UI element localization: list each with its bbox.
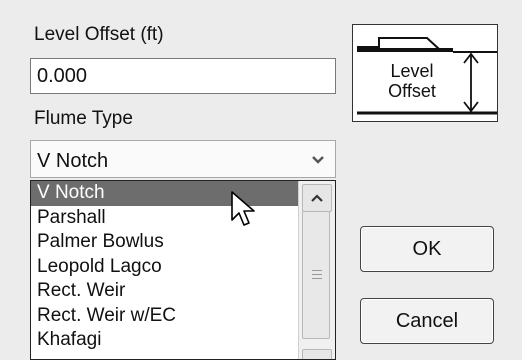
flume-type-label: Flume Type <box>34 108 133 129</box>
flume-type-selected-value: V Notch <box>37 150 109 172</box>
dropdown-option-palmer-bowlus[interactable]: Palmer Bowlus <box>31 230 299 255</box>
flume-type-dropdown-list[interactable]: V Notch Parshall Palmer Bowlus Leopold L… <box>30 180 336 360</box>
scroll-up-button[interactable] <box>302 184 332 212</box>
scrollbar-thumb[interactable] <box>302 211 330 339</box>
diagram-label-offset: Offset <box>388 81 436 101</box>
flume-type-combobox[interactable]: V Notch <box>30 140 336 178</box>
scroll-down-button[interactable] <box>302 349 332 359</box>
dropdown-option-rect-weir[interactable]: Rect. Weir <box>31 279 299 304</box>
dropdown-option-rect-weir-wec[interactable]: Rect. Weir w/EC <box>31 304 299 329</box>
chevron-down-icon[interactable] <box>303 143 333 176</box>
chevron-up-icon <box>311 194 323 202</box>
cancel-button[interactable]: Cancel <box>360 298 494 344</box>
level-offset-input[interactable]: 0.000 <box>30 58 336 94</box>
diagram-label-level: Level <box>390 61 434 81</box>
level-offset-diagram: Level Offset <box>352 24 498 122</box>
mouse-pointer-icon <box>231 191 255 226</box>
dropdown-option-khafagi[interactable]: Khafagi <box>31 328 299 353</box>
ok-button[interactable]: OK <box>360 226 494 272</box>
dropdown-scrollbar[interactable] <box>298 181 335 359</box>
dropdown-option-leopold-lagco[interactable]: Leopold Lagco <box>31 255 299 280</box>
level-offset-label: Level Offset (ft) <box>34 24 164 45</box>
